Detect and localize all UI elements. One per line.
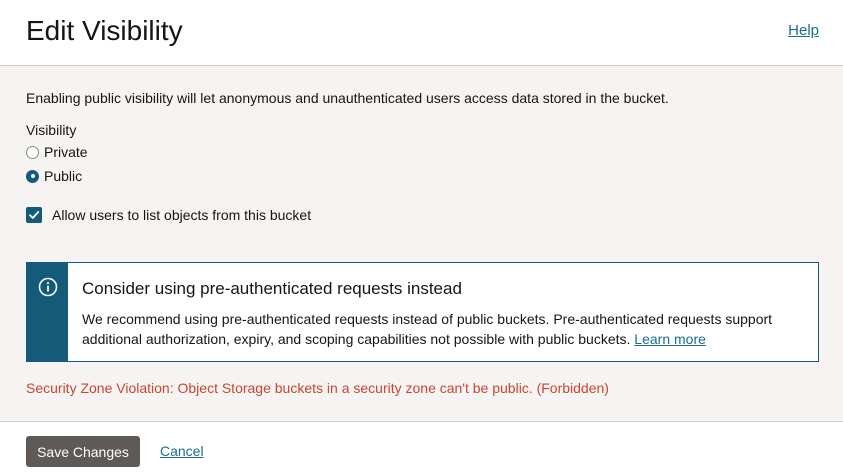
help-link[interactable]: Help xyxy=(788,22,819,39)
info-icon xyxy=(38,277,57,297)
radio-public-circle[interactable] xyxy=(26,169,39,183)
radio-private[interactable]: Private xyxy=(26,144,88,160)
page-title: Edit Visibility xyxy=(26,15,183,46)
dialog-footer: Save Changes Cancel xyxy=(0,421,843,474)
allow-list-checkbox[interactable] xyxy=(26,207,42,223)
notice-title: Consider using pre-authenticated request… xyxy=(82,279,462,298)
notice-text: We recommend using pre-authenticated req… xyxy=(82,309,804,349)
intro-text: Enabling public visibility will let anon… xyxy=(26,90,669,106)
allow-list-checkbox-row[interactable]: Allow users to list objects from this bu… xyxy=(26,207,311,223)
cancel-link[interactable]: Cancel xyxy=(160,443,204,459)
dialog-header: Edit Visibility Help xyxy=(0,0,843,66)
dialog-body: Enabling public visibility will let anon… xyxy=(0,66,843,421)
radio-public[interactable]: Public xyxy=(26,168,82,184)
radio-public-label: Public xyxy=(44,168,83,184)
error-message: Security Zone Violation: Object Storage … xyxy=(26,380,609,396)
allow-list-label: Allow users to list objects from this bu… xyxy=(52,207,312,223)
radio-private-circle[interactable] xyxy=(26,145,39,159)
notice-icon-strip xyxy=(27,263,68,361)
notice-content: Consider using pre-authenticated request… xyxy=(68,263,818,361)
info-notice: Consider using pre-authenticated request… xyxy=(26,262,819,362)
visibility-label: Visibility xyxy=(26,122,77,138)
save-changes-button[interactable]: Save Changes xyxy=(26,436,140,467)
learn-more-link[interactable]: Learn more xyxy=(634,331,706,347)
radio-private-label: Private xyxy=(44,144,88,160)
checkmark-icon xyxy=(29,211,40,219)
